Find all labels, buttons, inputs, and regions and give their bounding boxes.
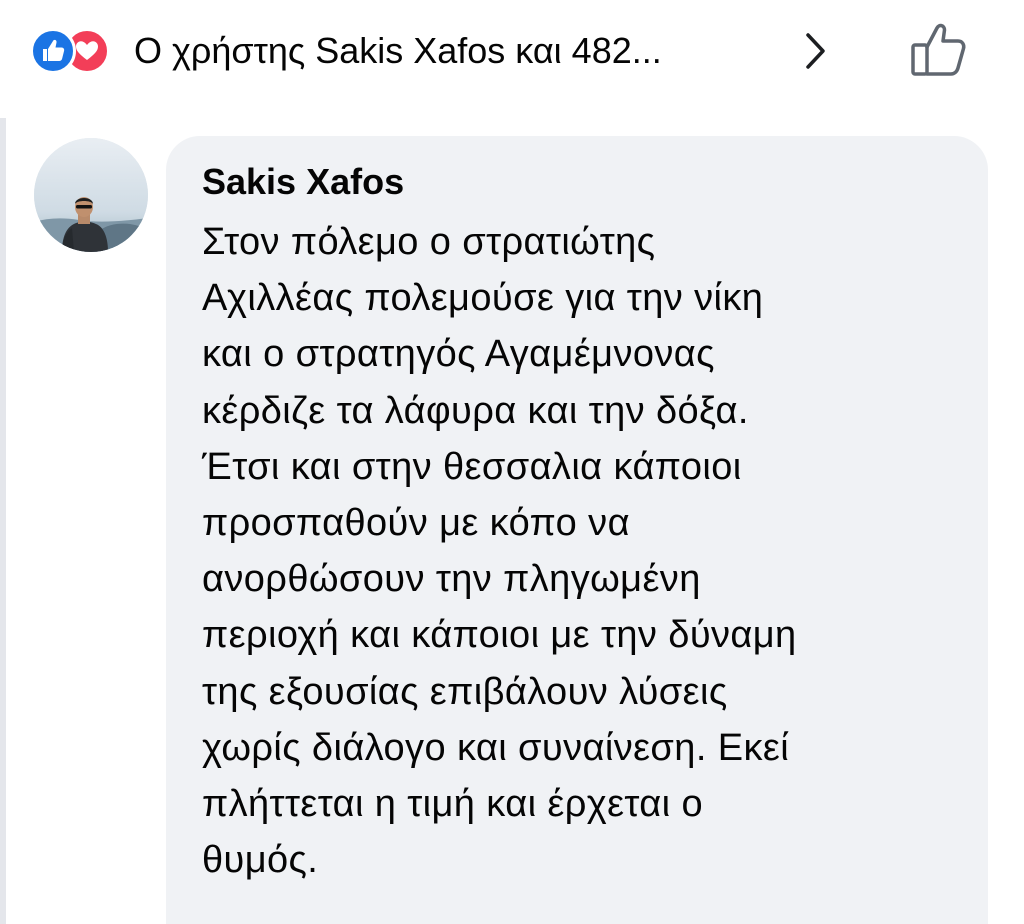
- comment-author[interactable]: Sakis Xafos: [202, 160, 404, 204]
- comment-line: θυμός.: [202, 839, 319, 882]
- comment-line: Έτσι και στην θεσσαλια κάποιοι: [202, 445, 742, 488]
- comment-line: περιοχή και κάποιοι με την δύναμη: [202, 614, 797, 657]
- comment-bubble[interactable]: Sakis Xafos Στον πόλεμο ο στρατιώτης Αχι…: [166, 136, 988, 924]
- comment-line: Αχιλλέας πολεμούσε για την νίκη: [202, 277, 764, 320]
- chevron-right-icon[interactable]: [798, 30, 832, 72]
- comment-line: ανορθώσουν την πληγωμένη: [202, 558, 701, 601]
- comment-line: προσπαθούν με κόπο να: [202, 502, 630, 545]
- comment-text: Στον πόλεμο ο στρατιώτης Αχιλλέας πολεμο…: [202, 214, 962, 888]
- comment-line: και ο στρατηγός Αγαμέμνονας: [202, 333, 715, 376]
- reactions-summary[interactable]: Ο χρήστης Sakis Xafos και 482...: [134, 28, 662, 74]
- reactions-bar[interactable]: Ο χρήστης Sakis Xafos και 482...: [0, 0, 1024, 104]
- like-icon: [30, 28, 76, 74]
- comment-line: χωρίς διάλογο και συναίνεση. Εκεί: [202, 726, 790, 769]
- comment-page: Ο χρήστης Sakis Xafos και 482... Sakis X…: [0, 0, 1024, 924]
- thread-line: [0, 118, 6, 924]
- avatar[interactable]: [34, 138, 148, 252]
- comment-line: κέρδιζε τα λάφυρα και την δόξα.: [202, 389, 749, 432]
- comment-line: Στον πόλεμο ο στρατιώτης: [202, 221, 656, 263]
- thumbs-up-outline-icon[interactable]: [906, 18, 972, 82]
- reaction-icons[interactable]: [30, 28, 126, 74]
- comment-line: της εξουσίας επιβάλουν λύσεις: [202, 670, 728, 713]
- comment-line: πλήττεται η τιμή και έρχεται ο: [202, 783, 704, 826]
